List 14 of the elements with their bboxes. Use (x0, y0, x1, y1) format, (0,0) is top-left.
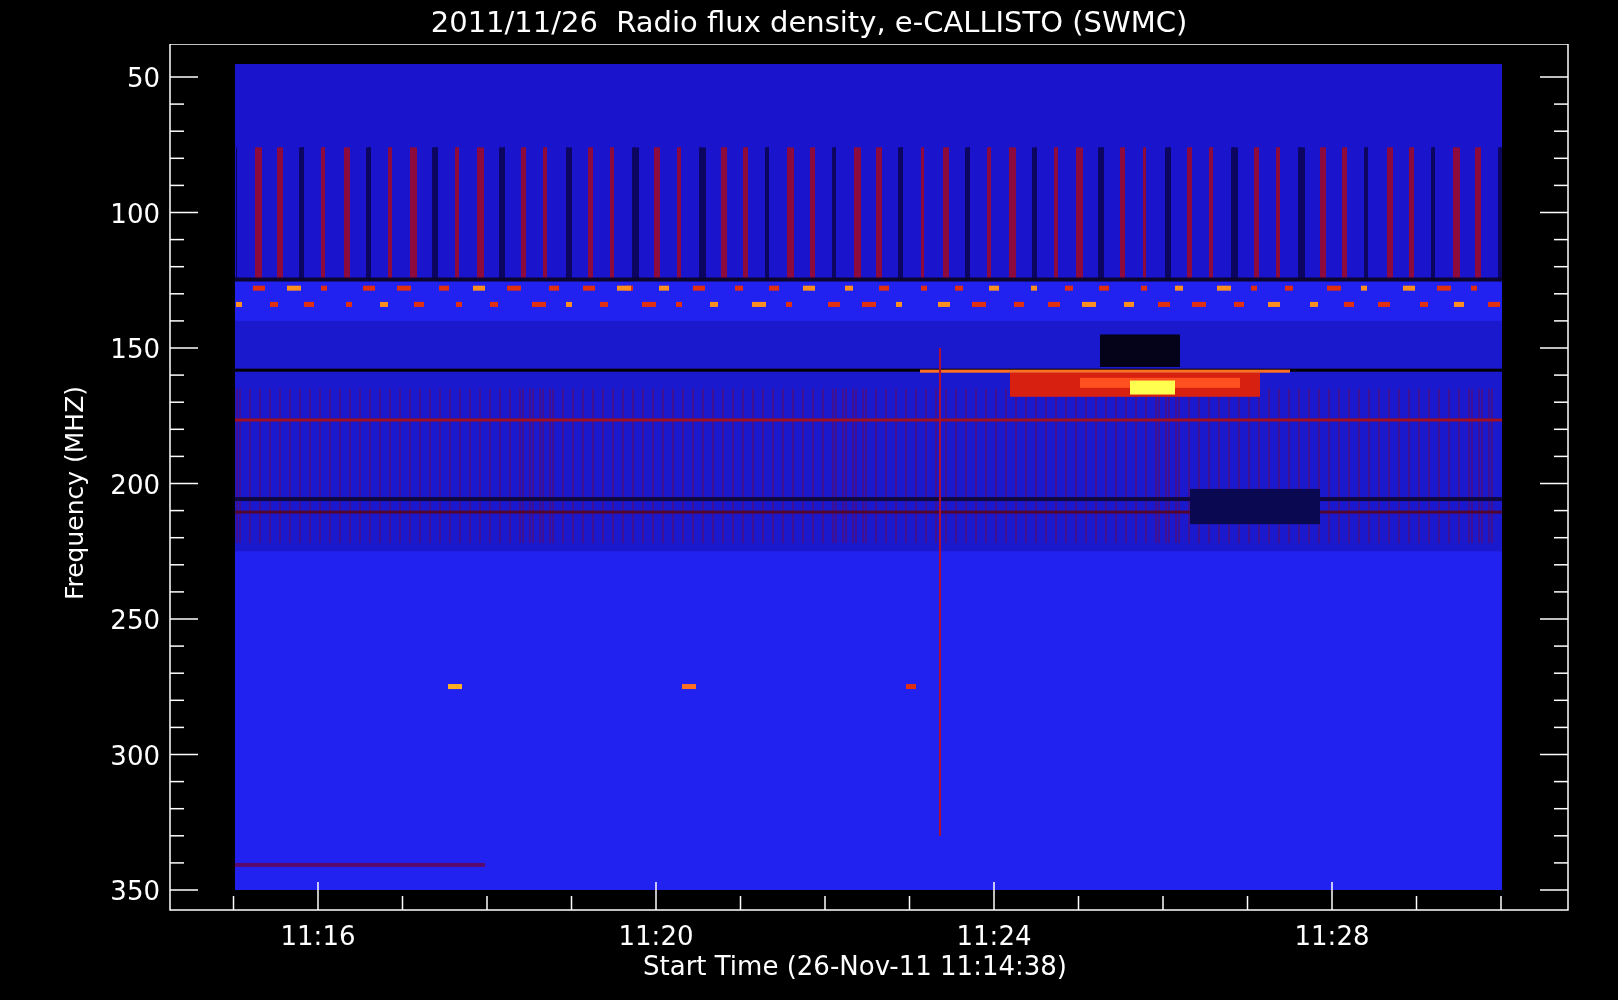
axis-label: Start Time (26-Nov-11 11:14:38) (643, 951, 1067, 981)
tick-label: 150 (110, 334, 160, 364)
tick-label: 250 (110, 605, 160, 635)
tick-label: 200 (110, 469, 160, 500)
tick-label: 50 (126, 63, 160, 93)
tick-label: 11:16 (280, 921, 356, 951)
plot-title: 2011/11/26 Radio flux density, e-CALLISTO (SWMC) (430, 7, 1188, 37)
tick-label: 350 (110, 876, 160, 906)
axis-label: Frequency (MHZ) (60, 385, 89, 601)
tick-label: 11:28 (1294, 921, 1370, 951)
tick-label: 100 (110, 198, 160, 229)
tick-label: 11:20 (618, 921, 694, 951)
tick-label: 11:24 (956, 921, 1032, 951)
tick-label: 300 (110, 740, 160, 771)
